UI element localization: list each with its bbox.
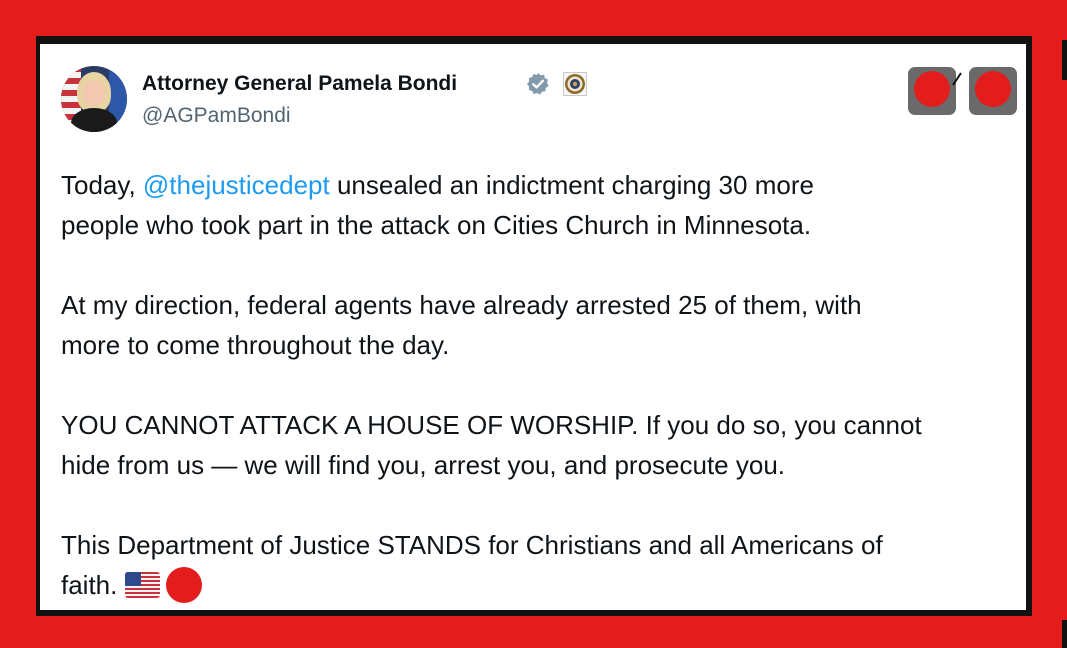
post-text-fragment: unsealed an indictment charging 30 more: [329, 170, 814, 200]
flag-canton: [125, 572, 142, 586]
doj-seal-icon: [563, 72, 587, 96]
author-handle[interactable]: @AGPamBondi: [142, 104, 291, 128]
redaction-mark: [975, 71, 1011, 107]
redacted-logo[interactable]: [908, 67, 956, 115]
post-line: hide from us — we will find you, arrest …: [61, 450, 786, 480]
post-text: Today, @thejusticedept unsealed an indic…: [61, 165, 1006, 605]
redaction-mark: [914, 71, 950, 107]
post-card: Attorney General Pamela Bondi @AGPamBond…: [40, 44, 1026, 610]
post-text-fragment: Today,: [61, 170, 143, 200]
post-line: YOU CANNOT ATTACK A HOUSE OF WORSHIP. If…: [61, 410, 922, 440]
post-line: At my direction, federal agents have alr…: [61, 290, 862, 320]
post-line: This Department of Justice STANDS for Ch…: [61, 530, 883, 560]
us-flag-emoji-icon: [125, 572, 161, 598]
verified-badge-icon: [527, 73, 549, 95]
post-line: faith.: [61, 565, 1006, 605]
redacted-more-button[interactable]: [969, 67, 1017, 115]
frame-edge: [1062, 40, 1067, 80]
author-name[interactable]: Attorney General Pamela Bondi: [142, 72, 457, 96]
mention-link[interactable]: @thejusticedept: [143, 170, 330, 200]
frame-edge: [1062, 620, 1067, 648]
post-line: more to come throughout the day.: [61, 330, 450, 360]
post-line: people who took part in the attack on Ci…: [61, 210, 812, 240]
redaction-mark: [166, 567, 203, 603]
avatar-body: [71, 108, 117, 132]
avatar-face: [83, 80, 105, 106]
post-line: Today, @thejusticedept unsealed an indic…: [61, 165, 1006, 205]
logo-fragment-icon: [952, 72, 962, 86]
post-text-fragment: faith.: [61, 570, 118, 600]
avatar[interactable]: [61, 66, 127, 132]
